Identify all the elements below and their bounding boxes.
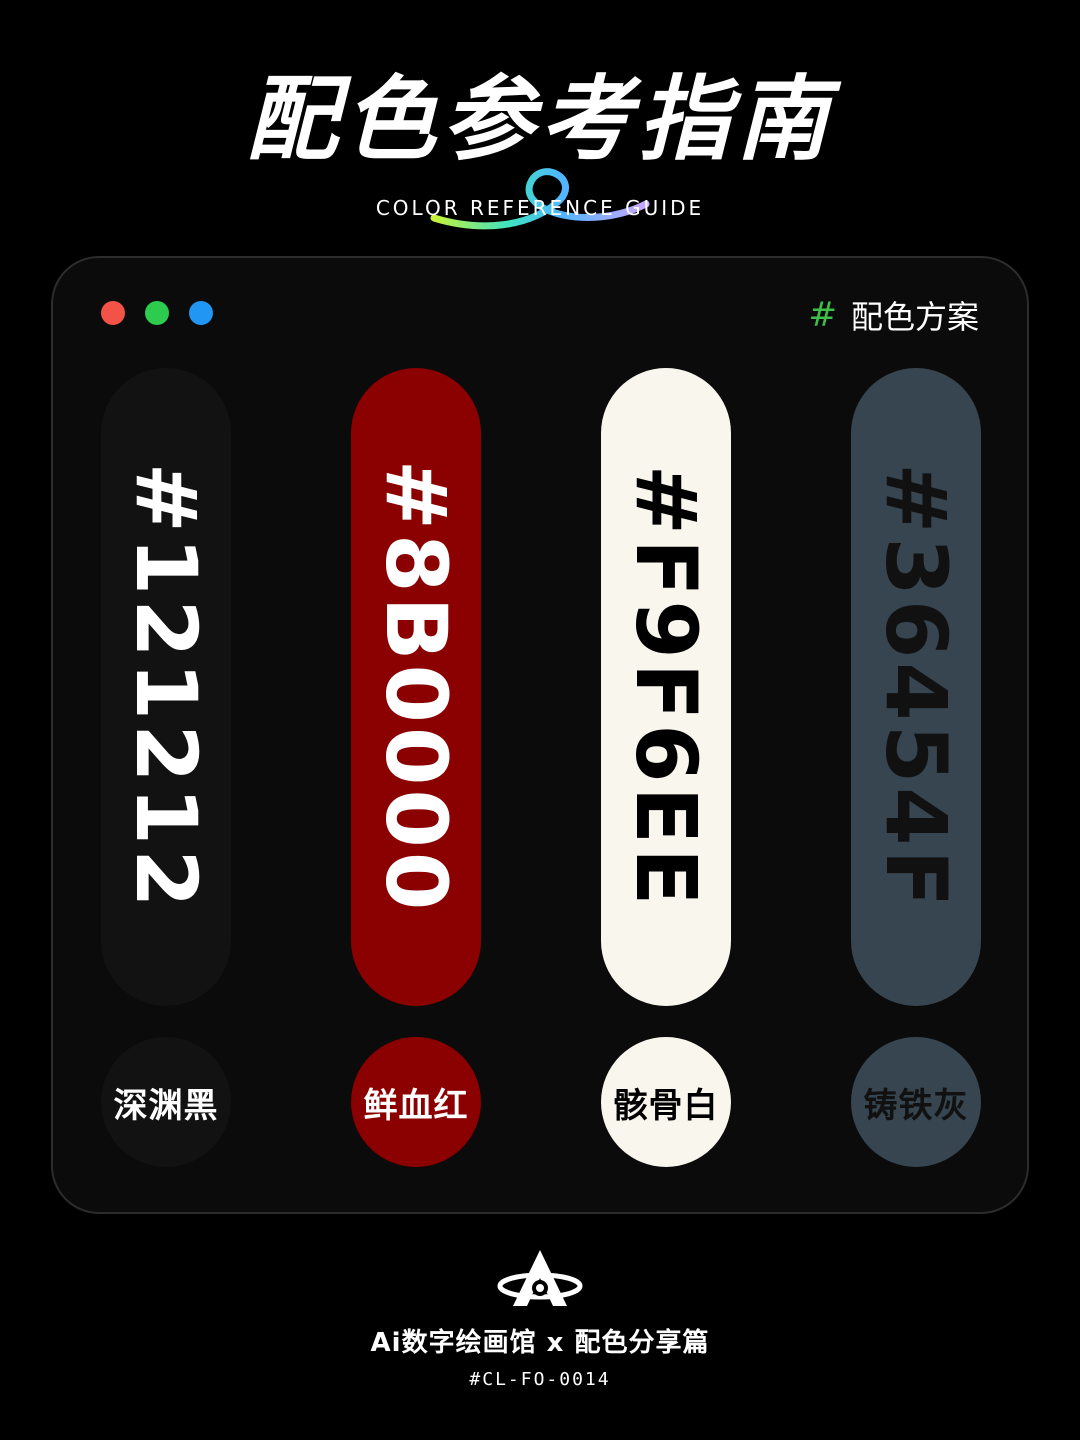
swatch-hex: #121212	[117, 462, 215, 912]
color-name-1: 深渊黑	[101, 1037, 231, 1167]
swatch-hex: #36454F	[867, 463, 965, 911]
color-swatch-3[interactable]: #F9F6EE	[601, 368, 731, 1006]
page-subtitle: COLOR REFERENCE GUIDE	[375, 196, 705, 220]
palette-code: #CL-FO-0014	[469, 1369, 611, 1390]
brand-logo-icon	[497, 1250, 583, 1306]
hash-icon: #	[808, 295, 837, 335]
color-name-3: 骸骨白	[601, 1037, 731, 1167]
page-title: 配色参考指南	[245, 66, 834, 173]
brand-text: Ai数字绘画馆 x 配色分享篇	[370, 1328, 710, 1358]
palette-window: # 配色方案 #121212 #8B0000 #F9F6EE #36454F 深…	[51, 256, 1029, 1214]
title-block: 配色参考指南	[0, 60, 1080, 230]
swatch-hex: #F9F6EE	[617, 464, 715, 910]
minimize-dot[interactable]	[189, 301, 213, 325]
color-swatch-4[interactable]: #36454F	[851, 368, 981, 1006]
swatch-hex: #8B0000	[367, 459, 465, 915]
color-name-4: 铸铁灰	[851, 1037, 981, 1167]
window-controls	[101, 301, 213, 325]
color-name-2: 鲜血红	[351, 1037, 481, 1167]
close-dot[interactable]	[101, 301, 125, 325]
color-swatch-2[interactable]: #8B0000	[351, 368, 481, 1006]
maximize-dot[interactable]	[145, 301, 169, 325]
scheme-label: # 配色方案	[808, 292, 979, 338]
scheme-label-text: 配色方案	[850, 298, 979, 336]
page: 配色参考指南 COLOR REFERENCE GUIDE # 配色方案 #121…	[0, 0, 1080, 1440]
color-swatch-1[interactable]: #121212	[101, 368, 231, 1006]
